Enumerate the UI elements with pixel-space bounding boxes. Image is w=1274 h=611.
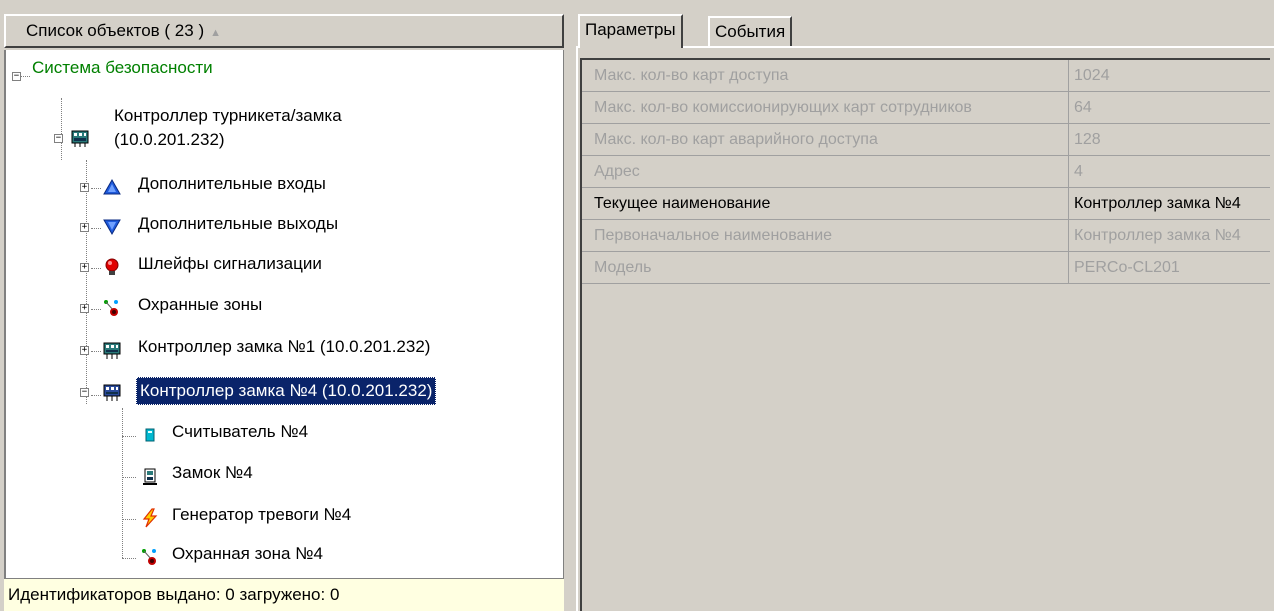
output-triangle-blue-icon	[103, 219, 121, 236]
tree-node-label: Замок №4	[172, 463, 253, 482]
alarm-generator-icon	[142, 508, 158, 528]
property-name: Первоначальное наименование	[582, 220, 1069, 251]
property-row[interactable]: Макс. кол-во карт доступа 1024	[582, 60, 1270, 92]
property-row[interactable]: Первоначальное наименование Контроллер з…	[582, 220, 1270, 252]
tree-node-label: Считыватель №4	[172, 422, 309, 441]
tree-guide-line	[122, 408, 123, 558]
tab-parameters[interactable]: Параметры	[578, 14, 683, 48]
properties-pane: Параметры События Макс. кол-во карт дост…	[574, 0, 1274, 611]
tree-guide-line	[122, 477, 136, 478]
tree-guide-line	[91, 268, 101, 269]
property-value: 128	[1074, 131, 1101, 148]
sort-arrow-icon[interactable]: ▲	[210, 27, 221, 39]
tree-node-label-selected: Контроллер замка №4 (10.0.201.232)	[136, 377, 437, 405]
object-list-title: Список объектов ( 23 )	[26, 21, 205, 40]
tree-guide-line	[122, 558, 136, 559]
tree-guide-line	[91, 309, 101, 310]
tab-label: События	[715, 22, 786, 41]
property-name: Адрес	[582, 156, 1069, 187]
tree-guide-line	[86, 160, 87, 404]
tree-node-label: Охранные зоны	[138, 295, 263, 314]
tree-guide-line	[122, 436, 136, 437]
property-value-editable[interactable]: Контроллер замка №4	[1069, 188, 1270, 219]
property-row[interactable]: Адрес 4	[582, 156, 1270, 188]
property-row[interactable]: Макс. кол-во карт аварийного доступа 128	[582, 124, 1270, 156]
tree-node-label: (10.0.201.232)	[114, 130, 225, 149]
object-tree[interactable]: − Система безопасности − Контроллер турн…	[4, 50, 564, 578]
property-name: Макс. кол-во комиссионирующих карт сотру…	[582, 92, 1069, 123]
property-value: 64	[1074, 99, 1092, 116]
property-name: Модель	[582, 252, 1069, 283]
collapse-icon[interactable]: −	[80, 388, 89, 397]
property-value: PERCo-CL201	[1074, 259, 1180, 276]
expand-icon[interactable]: +	[80, 304, 89, 313]
expand-icon[interactable]: +	[80, 223, 89, 232]
expand-icon[interactable]: +	[80, 263, 89, 272]
tab-events[interactable]: События	[708, 16, 793, 46]
pane-splitter[interactable]	[568, 0, 573, 611]
property-name: Макс. кол-во карт доступа	[582, 60, 1069, 91]
tree-guide-line	[91, 351, 101, 352]
security-zone-icon	[104, 300, 118, 316]
lock-controller-icon	[103, 384, 121, 401]
tree-guide-line	[20, 76, 30, 77]
object-list-header[interactable]: Список объектов ( 23 ) ▲	[4, 14, 564, 48]
tree-guide-line	[122, 519, 136, 520]
property-value: 4	[1074, 163, 1083, 180]
tree-guide-line	[91, 228, 101, 229]
tree-node-label: Дополнительные выходы	[138, 214, 339, 233]
reader-icon	[145, 428, 155, 442]
property-row[interactable]: Модель PERCo-CL201	[582, 252, 1270, 284]
object-list-pane: Список объектов ( 23 ) ▲ − Система безопа…	[0, 0, 568, 611]
property-name: Макс. кол-во карт аварийного доступа	[582, 124, 1069, 155]
tree-node-label: Контроллер замка №1 (10.0.201.232)	[138, 337, 431, 356]
tree-node-label: Дополнительные входы	[138, 174, 326, 193]
lock-icon	[143, 468, 157, 485]
controller-board-icon	[71, 130, 89, 147]
tree-node-label: Охранная зона №4	[172, 544, 323, 563]
property-value: Контроллер замка №4	[1074, 227, 1241, 244]
tree-guide-line	[91, 188, 101, 189]
property-row[interactable]: Текущее наименование Контроллер замка №4	[582, 188, 1270, 220]
tree-node-label: Система безопасности	[32, 58, 213, 77]
security-zone-icon	[142, 549, 156, 565]
input-triangle-blue-icon	[103, 178, 121, 195]
status-bar: Идентификаторов выдано: 0 загружено: 0	[4, 578, 564, 611]
alarm-lamp-red-icon	[105, 258, 119, 275]
tree-node-label: Шлейфы сигнализации	[138, 254, 322, 273]
property-row[interactable]: Макс. кол-во комиссионирующих карт сотру…	[582, 92, 1270, 124]
expand-icon[interactable]: +	[80, 346, 89, 355]
collapse-icon[interactable]: −	[12, 72, 21, 81]
property-name: Текущее наименование	[582, 188, 1069, 219]
tree-node-label: Контроллер турникета/замка	[114, 106, 342, 125]
status-text: Идентификаторов выдано: 0 загружено: 0	[8, 585, 340, 604]
expand-icon[interactable]: +	[80, 183, 89, 192]
tree-node-label: Генератор тревоги №4	[172, 505, 352, 524]
tree-guide-line	[61, 98, 62, 160]
tab-label: Параметры	[585, 20, 676, 39]
collapse-icon[interactable]: −	[54, 134, 63, 143]
property-value: 1024	[1074, 67, 1110, 84]
tree-guide-line	[91, 395, 101, 396]
lock-controller-icon	[103, 342, 121, 359]
properties-grid[interactable]: Макс. кол-во карт доступа 1024 Макс. кол…	[580, 58, 1270, 611]
